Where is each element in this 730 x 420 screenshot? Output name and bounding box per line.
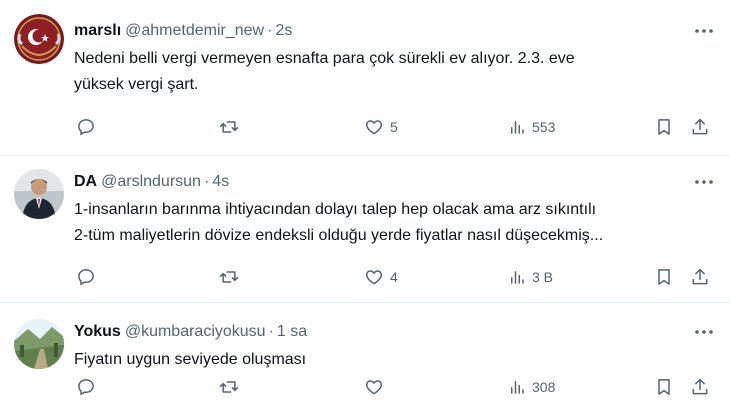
reply-button[interactable] [76,113,102,141]
avatar[interactable] [14,319,64,369]
tweet-text: Fiyatın uygun seviyede oluşması [74,347,710,373]
views-chart-icon [511,121,524,134]
retweet-button[interactable] [218,113,246,141]
more-icon [695,29,713,33]
tweet-header: Yokus @kumbaraciyokusu · 1 sa [74,321,680,343]
reply-icon [78,379,94,396]
views-chart-icon [511,271,524,284]
tweet[interactable]: Yokus @kumbaraciyokusu · 1 sa Fiyatın uygun… [0,303,730,420]
bookmark-button[interactable] [654,113,674,141]
avatar[interactable] [14,14,64,64]
bookmark-icon [658,119,670,135]
like-button[interactable]: 5 [364,113,398,141]
heart-icon [365,380,383,395]
reply-button[interactable] [76,263,102,291]
tweet-header: DA @arslndursun · 4s [74,171,680,193]
retweet-icon [219,121,239,133]
like-button[interactable]: 4 [364,263,398,291]
like-count: 5 [390,119,398,135]
tweet-actions: 308 [74,373,716,401]
display-name[interactable]: marslı [74,22,121,39]
tweet-text-line: Fiyatın uygun seviyede oluşması [74,351,307,368]
share-button[interactable] [690,113,710,141]
view-count: 553 [532,119,556,135]
separator-dot: · [267,22,273,39]
like-count: 4 [390,269,398,285]
more-options-button[interactable] [692,321,716,343]
tweet-actions: 4 3 B [74,263,716,291]
view-count: 3 B [532,269,554,285]
share-button[interactable] [690,263,710,291]
more-options-button[interactable] [692,171,716,193]
heart-icon [365,270,383,285]
more-icon [695,330,713,334]
tweet[interactable]: marslı @ahmetdemir_new · 2s Nedeni belli ve… [0,0,730,156]
retweet-button[interactable] [218,373,246,401]
display-name[interactable]: DA [74,173,97,190]
person-photo-avatar-icon [14,169,64,219]
heart-icon [365,120,383,135]
user-handle[interactable]: @kumbaraciyokusu [121,323,266,340]
user-handle[interactable]: @ahmetdemir_new [121,22,264,39]
more-icon [695,180,713,184]
bookmark-icon [658,379,670,395]
views-button[interactable]: 3 B [508,263,553,291]
reply-button[interactable] [76,373,102,401]
separator-dot: · [203,173,210,190]
tweet-time[interactable]: 2s [275,22,292,39]
bookmark-icon [658,269,670,285]
tweet-text-line: 1-insanların barınma ihtiyacından dolayı… [74,201,597,218]
share-icon [692,118,708,135]
bookmark-button[interactable] [654,373,674,401]
tweet-text-line: Nedeni belli vergi vermeyen esnafta para… [74,50,575,67]
share-icon [692,268,708,285]
views-button[interactable]: 553 [508,113,555,141]
tweet[interactable]: DA @arslndursun · 4s 1-insanların barınma i… [0,156,730,303]
tweet-text: 1-insanların barınma ihtiyacından dolayı… [74,197,710,249]
share-button[interactable] [690,373,710,401]
landscape-photo-avatar-icon [14,319,64,369]
tweet-header: marslı @ahmetdemir_new · 2s [74,20,680,42]
user-handle[interactable]: @arslndursun [97,173,201,190]
retweet-button[interactable] [218,263,246,291]
avatar[interactable] [14,169,64,219]
retweet-icon [219,271,239,283]
bookmark-button[interactable] [654,263,674,291]
tweet-actions: 5 553 [74,113,716,141]
tweet-text-line: yüksek vergi şart. [74,76,199,93]
tweet-time[interactable]: 1 sa [277,323,307,340]
tweet-time[interactable]: 4s [212,173,229,190]
views-chart-icon [511,381,524,394]
view-count: 308 [532,379,556,395]
red-crest-avatar-icon [14,14,64,64]
tweet-feed: marslı @ahmetdemir_new · 2s Nedeni belli ve… [0,0,730,420]
display-name[interactable]: Yokus [74,323,121,340]
reply-icon [78,119,94,136]
tweet-text: Nedeni belli vergi vermeyen esnafta para… [74,46,710,98]
separator-dot: · [268,323,274,340]
tweet-text-line: 2-tüm maliyetlerin dövize endeksli olduğ… [74,227,604,244]
like-button[interactable] [364,373,390,401]
more-options-button[interactable] [692,20,716,42]
retweet-icon [219,381,239,393]
share-icon [692,378,708,395]
views-button[interactable]: 308 [508,373,555,401]
reply-icon [78,269,94,286]
